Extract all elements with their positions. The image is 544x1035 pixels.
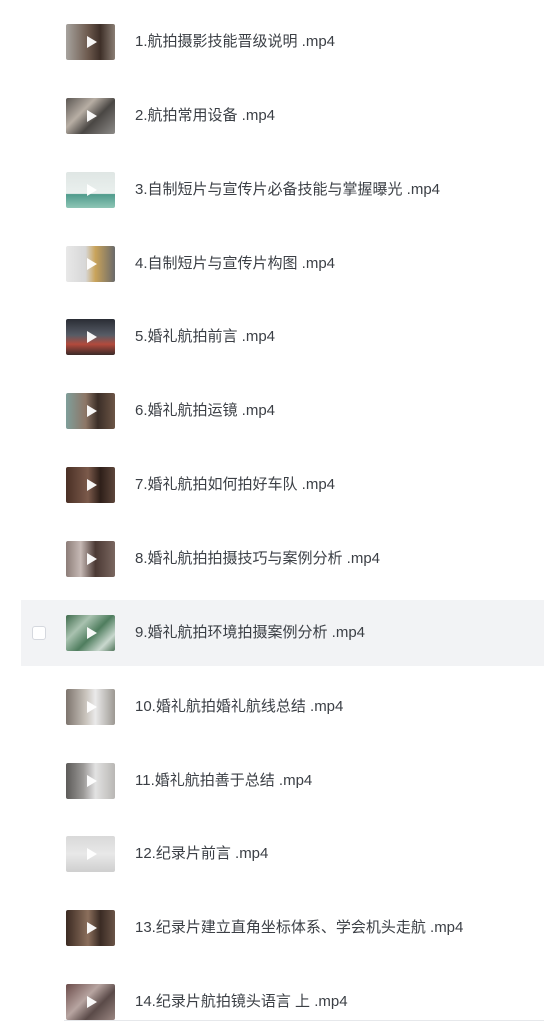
play-icon	[86, 775, 97, 787]
file-row[interactable]: 14.纪录片航拍镜头语言 上 .mp4	[21, 969, 544, 1035]
file-row[interactable]: 13.纪录片建立直角坐标体系、学会机头走航 .mp4	[21, 895, 544, 961]
file-name[interactable]: 7.婚礼航拍如何拍好车队 .mp4	[135, 452, 335, 518]
video-thumbnail[interactable]	[66, 763, 115, 799]
file-name[interactable]: 6.婚礼航拍运镜 .mp4	[135, 378, 275, 444]
file-row[interactable]: 4.自制短片与宣传片构图 .mp4	[21, 231, 544, 297]
play-icon	[86, 36, 97, 48]
play-icon	[86, 553, 97, 565]
video-thumbnail[interactable]	[66, 984, 115, 1020]
play-icon	[86, 184, 97, 196]
video-thumbnail[interactable]	[66, 615, 115, 651]
file-row[interactable]: 6.婚礼航拍运镜 .mp4	[21, 378, 544, 444]
video-thumbnail[interactable]	[66, 246, 115, 282]
file-name[interactable]: 13.纪录片建立直角坐标体系、学会机头走航 .mp4	[135, 895, 463, 961]
video-thumbnail[interactable]	[66, 319, 115, 355]
play-icon	[86, 110, 97, 122]
play-icon	[86, 922, 97, 934]
play-icon	[86, 627, 97, 639]
play-icon	[86, 848, 97, 860]
file-row[interactable]: 5.婚礼航拍前言 .mp4	[21, 304, 544, 370]
play-icon	[86, 405, 97, 417]
play-icon	[86, 996, 97, 1008]
file-name[interactable]: 12.纪录片前言 .mp4	[135, 821, 268, 887]
play-icon	[86, 479, 97, 491]
file-name[interactable]: 5.婚礼航拍前言 .mp4	[135, 304, 275, 370]
play-icon	[86, 701, 97, 713]
file-name[interactable]: 9.婚礼航拍环境拍摄案例分析 .mp4	[135, 600, 365, 666]
video-thumbnail[interactable]	[66, 24, 115, 60]
file-row[interactable]: 3.自制短片与宣传片必备技能与掌握曝光 .mp4	[21, 157, 544, 223]
file-name[interactable]: 3.自制短片与宣传片必备技能与掌握曝光 .mp4	[135, 157, 440, 223]
play-icon	[86, 258, 97, 270]
file-name[interactable]: 1.航拍摄影技能晋级说明 .mp4	[135, 9, 335, 75]
file-row[interactable]: 7.婚礼航拍如何拍好车队 .mp4	[21, 452, 544, 518]
list-divider	[64, 1020, 544, 1021]
file-name[interactable]: 4.自制短片与宣传片构图 .mp4	[135, 231, 335, 297]
video-thumbnail[interactable]	[66, 541, 115, 577]
play-icon	[86, 331, 97, 343]
file-name[interactable]: 14.纪录片航拍镜头语言 上 .mp4	[135, 969, 348, 1035]
video-thumbnail[interactable]	[66, 467, 115, 503]
file-name[interactable]: 8.婚礼航拍拍摄技巧与案例分析 .mp4	[135, 526, 380, 592]
file-row[interactable]: 11.婚礼航拍善于总结 .mp4	[21, 748, 544, 814]
video-thumbnail[interactable]	[66, 172, 115, 208]
video-thumbnail[interactable]	[66, 910, 115, 946]
video-thumbnail[interactable]	[66, 689, 115, 725]
file-row[interactable]: 9.婚礼航拍环境拍摄案例分析 .mp4	[21, 600, 544, 666]
file-name[interactable]: 11.婚礼航拍善于总结 .mp4	[135, 748, 312, 814]
video-thumbnail[interactable]	[66, 98, 115, 134]
video-thumbnail[interactable]	[66, 393, 115, 429]
video-thumbnail[interactable]	[66, 836, 115, 872]
file-row[interactable]: 8.婚礼航拍拍摄技巧与案例分析 .mp4	[21, 526, 544, 592]
file-row[interactable]: 1.航拍摄影技能晋级说明 .mp4	[21, 9, 544, 75]
file-name[interactable]: 10.婚礼航拍婚礼航线总结 .mp4	[135, 674, 343, 740]
file-row[interactable]: 12.纪录片前言 .mp4	[21, 821, 544, 887]
select-checkbox[interactable]	[32, 626, 46, 640]
file-name[interactable]: 2.航拍常用设备 .mp4	[135, 83, 275, 149]
file-row[interactable]: 2.航拍常用设备 .mp4	[21, 83, 544, 149]
file-row[interactable]: 10.婚礼航拍婚礼航线总结 .mp4	[21, 674, 544, 740]
file-list: 1.航拍摄影技能晋级说明 .mp4 2.航拍常用设备 .mp4 3.自制短片与宣传片…	[0, 0, 544, 1024]
